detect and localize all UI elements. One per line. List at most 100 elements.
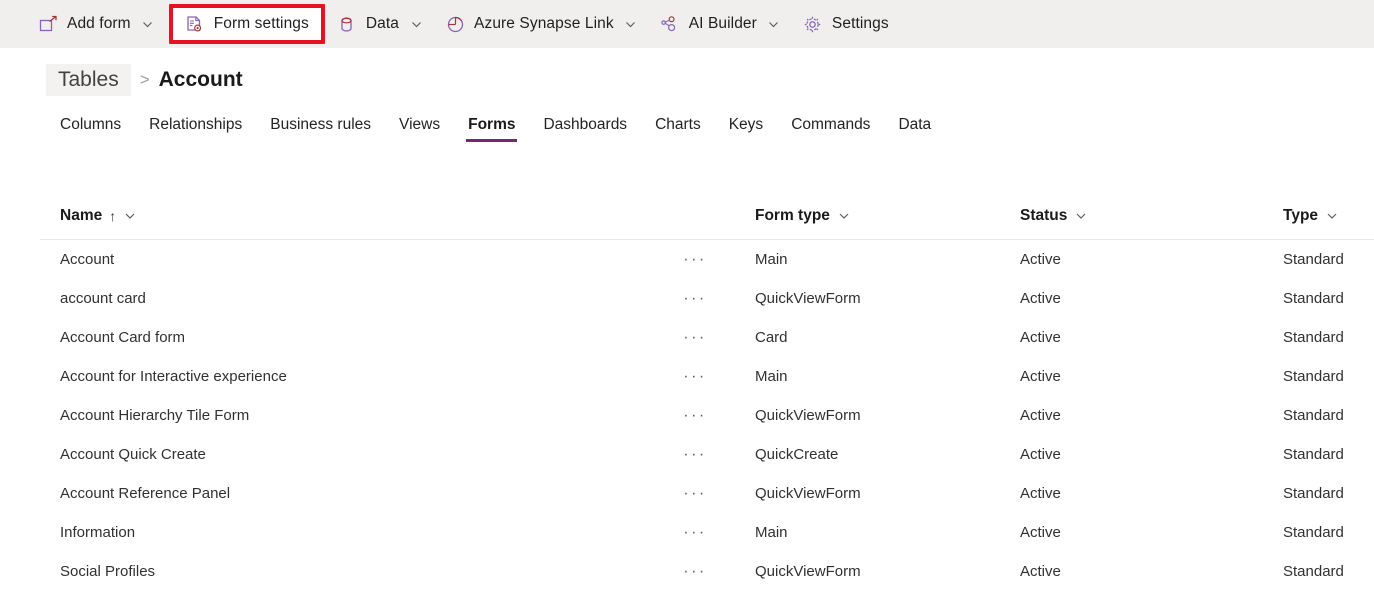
more-options-icon[interactable]: ··· <box>680 247 710 273</box>
more-options-icon[interactable]: ··· <box>680 325 710 351</box>
cell-type: Standard <box>1283 485 1374 502</box>
chevron-down-icon[interactable] <box>1074 209 1088 223</box>
command-ai-builder-label: AI Builder <box>689 15 757 33</box>
column-header-type-label: Type <box>1283 207 1318 225</box>
tab-views[interactable]: Views <box>385 112 454 146</box>
cell-type: Standard <box>1283 329 1374 346</box>
more-options-icon[interactable]: ··· <box>680 442 710 468</box>
cell-status: Active <box>1020 368 1283 385</box>
command-form-settings[interactable]: Form settings <box>173 8 321 40</box>
cell-form-name[interactable]: Account <box>40 251 680 268</box>
cell-status: Active <box>1020 251 1283 268</box>
form-settings-icon <box>185 14 205 34</box>
cell-form-name[interactable]: Account Card form <box>40 329 680 346</box>
tab-business-rules[interactable]: Business rules <box>256 112 385 146</box>
cell-row-actions: ··· <box>680 247 755 273</box>
chevron-down-icon[interactable] <box>407 15 425 33</box>
more-options-icon[interactable]: ··· <box>680 520 710 546</box>
table-row[interactable]: Account Reference Panel···QuickViewFormA… <box>40 474 1374 513</box>
chevron-down-icon[interactable] <box>765 15 783 33</box>
table-row[interactable]: Account for Interactive experience···Mai… <box>40 357 1374 396</box>
more-options-icon[interactable]: ··· <box>680 481 710 507</box>
column-header-status-label: Status <box>1020 207 1067 225</box>
tab-commands[interactable]: Commands <box>777 112 884 146</box>
command-data[interactable]: Data <box>327 7 435 41</box>
cell-type: Standard <box>1283 368 1374 385</box>
cell-type: Standard <box>1283 524 1374 541</box>
tab-relationships[interactable]: Relationships <box>135 112 256 146</box>
command-azure-synapse-link-label: Azure Synapse Link <box>474 15 614 33</box>
cell-status: Active <box>1020 329 1283 346</box>
column-header-name[interactable]: Name ↑ <box>40 207 680 225</box>
cell-type: Standard <box>1283 446 1374 463</box>
cell-type: Standard <box>1283 407 1374 424</box>
database-icon <box>337 14 357 34</box>
more-options-icon[interactable]: ··· <box>680 364 710 390</box>
table-row[interactable]: Account···MainActiveStandard <box>40 240 1374 279</box>
table-row[interactable]: Account Hierarchy Tile Form··· QuickViewF… <box>40 396 1374 435</box>
chevron-down-icon[interactable] <box>837 209 851 223</box>
column-header-name-label: Name <box>60 207 102 225</box>
column-header-type[interactable]: Type <box>1283 207 1374 225</box>
breadcrumb: Tables > Account <box>46 60 243 100</box>
table-row[interactable]: Account Card form··· CardActiveStandard <box>40 318 1374 357</box>
cell-row-actions: ··· <box>680 325 755 351</box>
cell-status: Active <box>1020 446 1283 463</box>
cell-status: Active <box>1020 563 1283 580</box>
chevron-down-icon[interactable] <box>622 15 640 33</box>
column-header-form-type[interactable]: Form type <box>755 207 1020 225</box>
chevron-down-icon[interactable] <box>139 15 157 33</box>
command-add-form[interactable]: Add form <box>28 7 167 41</box>
chevron-down-icon[interactable] <box>123 209 137 223</box>
cell-status: Active <box>1020 524 1283 541</box>
cell-form-name[interactable]: account card <box>40 290 680 307</box>
command-form-settings-label: Form settings <box>214 15 309 33</box>
command-settings[interactable]: Settings <box>793 7 899 41</box>
cell-type: Standard <box>1283 290 1374 307</box>
table-row[interactable]: account card··· QuickViewFormActiveStanda… <box>40 279 1374 318</box>
cell-row-actions: ··· <box>680 403 755 429</box>
column-header-status[interactable]: Status <box>1020 207 1283 225</box>
form-settings-highlight-box: Form settings <box>169 4 325 44</box>
more-options-icon[interactable]: ··· <box>680 286 710 312</box>
forms-grid: Name ↑ Form type Status Type Account·· <box>40 192 1374 591</box>
cell-form-name[interactable]: Account Hierarchy Tile Form <box>40 407 680 424</box>
cell-status: Active <box>1020 485 1283 502</box>
table-row[interactable]: Information··· MainActiveStandard <box>40 513 1374 552</box>
grid-header-row: Name ↑ Form type Status Type <box>40 192 1374 240</box>
table-row[interactable]: Social Profiles···QuickViewFormActiveSta… <box>40 552 1374 591</box>
grid-body: Account···MainActiveStandardaccount card… <box>40 240 1374 591</box>
synapse-link-icon <box>445 14 465 34</box>
tab-keys[interactable]: Keys <box>715 112 777 146</box>
cell-row-actions: ··· <box>680 481 755 507</box>
tab-charts[interactable]: Charts <box>641 112 715 146</box>
cell-status: Active <box>1020 407 1283 424</box>
command-settings-label: Settings <box>832 15 889 33</box>
entity-tab-bar: Columns Relationships Business rules Vie… <box>46 112 945 152</box>
cell-form-name[interactable]: Account for Interactive experience <box>40 368 680 385</box>
cell-form-name[interactable]: Account Quick Create <box>40 446 680 463</box>
more-options-icon[interactable]: ··· <box>680 559 710 585</box>
tab-forms[interactable]: Forms <box>454 112 529 146</box>
cell-status: Active <box>1020 290 1283 307</box>
cell-row-actions: ··· <box>680 520 755 546</box>
cell-form-type: Card <box>755 329 1020 346</box>
gear-icon <box>803 14 823 34</box>
tab-dashboards[interactable]: Dashboards <box>529 112 641 146</box>
column-header-form-type-label: Form type <box>755 207 830 225</box>
tab-columns[interactable]: Columns <box>46 112 135 146</box>
cell-form-name[interactable]: Information <box>40 524 680 541</box>
cell-form-type: QuickViewForm <box>755 407 1020 424</box>
cell-type: Standard <box>1283 563 1374 580</box>
command-azure-synapse-link[interactable]: Azure Synapse Link <box>435 7 650 41</box>
cell-form-name[interactable]: Account Reference Panel <box>40 485 680 502</box>
breadcrumb-item-tables[interactable]: Tables <box>46 64 131 96</box>
tab-data[interactable]: Data <box>884 112 945 146</box>
more-options-icon[interactable]: ··· <box>680 403 710 429</box>
command-ai-builder[interactable]: AI Builder <box>650 7 793 41</box>
cell-form-type: QuickViewForm <box>755 290 1020 307</box>
cell-form-name[interactable]: Social Profiles <box>40 563 680 580</box>
chevron-down-icon[interactable] <box>1325 209 1339 223</box>
table-row[interactable]: Account Quick Create···QuickCreateActive… <box>40 435 1374 474</box>
cell-form-type: Main <box>755 524 1020 541</box>
